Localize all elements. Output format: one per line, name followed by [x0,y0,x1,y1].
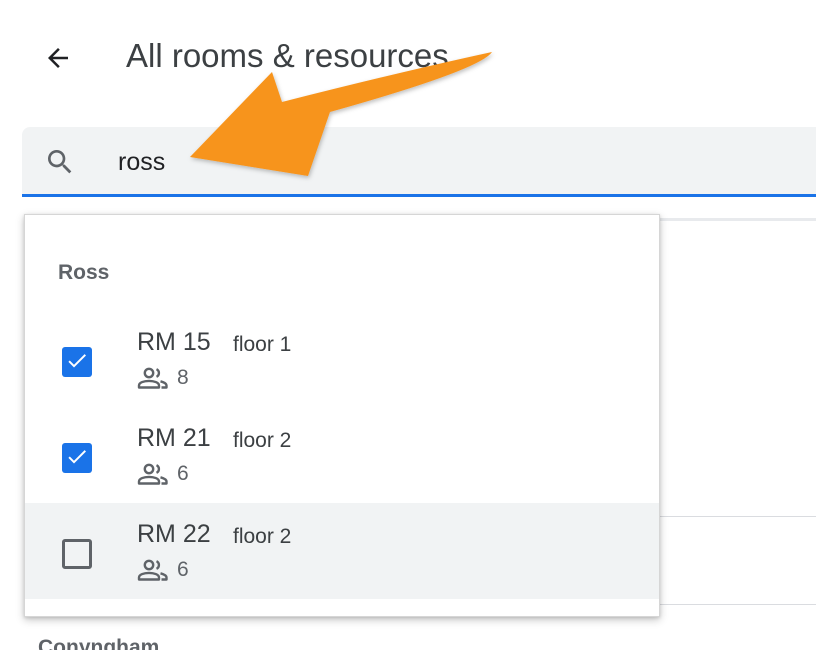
room-capacity: 8 [177,366,189,389]
people-icon [137,367,168,389]
section-label-conyngham: Conyngham [38,636,160,650]
group-label: Ross [58,261,110,284]
room-checkbox[interactable] [62,443,92,473]
page-title: All rooms & resources [126,37,449,74]
room-floor: floor 2 [233,525,292,548]
people-icon [137,463,168,485]
room-item-rm-21[interactable]: RM 21 floor 2 6 [25,407,659,503]
people-icon [137,559,168,581]
back-button[interactable] [34,34,82,82]
header: All rooms & resources [0,0,816,120]
room-name: RM 15 [137,328,211,356]
search-icon [48,150,72,174]
arrow-back-icon [48,48,68,68]
room-name: RM 21 [137,424,211,452]
check-icon [68,450,86,464]
room-suggestions-dropdown: Ross RM 15 floor 1 8 RM 21 floor 2 6 RM … [24,214,660,617]
room-item-rm-15[interactable]: RM 15 floor 1 8 [25,311,659,407]
room-capacity: 6 [177,462,189,485]
room-item-rm-22[interactable]: RM 22 floor 2 6 [25,503,659,599]
room-checkbox[interactable] [62,347,92,377]
room-floor: floor 1 [233,333,292,356]
room-name: RM 22 [137,520,211,548]
room-capacity: 6 [177,558,189,581]
room-floor: floor 2 [233,429,292,452]
search-input[interactable] [118,143,618,181]
room-checkbox[interactable] [62,539,92,569]
check-icon [68,354,86,368]
